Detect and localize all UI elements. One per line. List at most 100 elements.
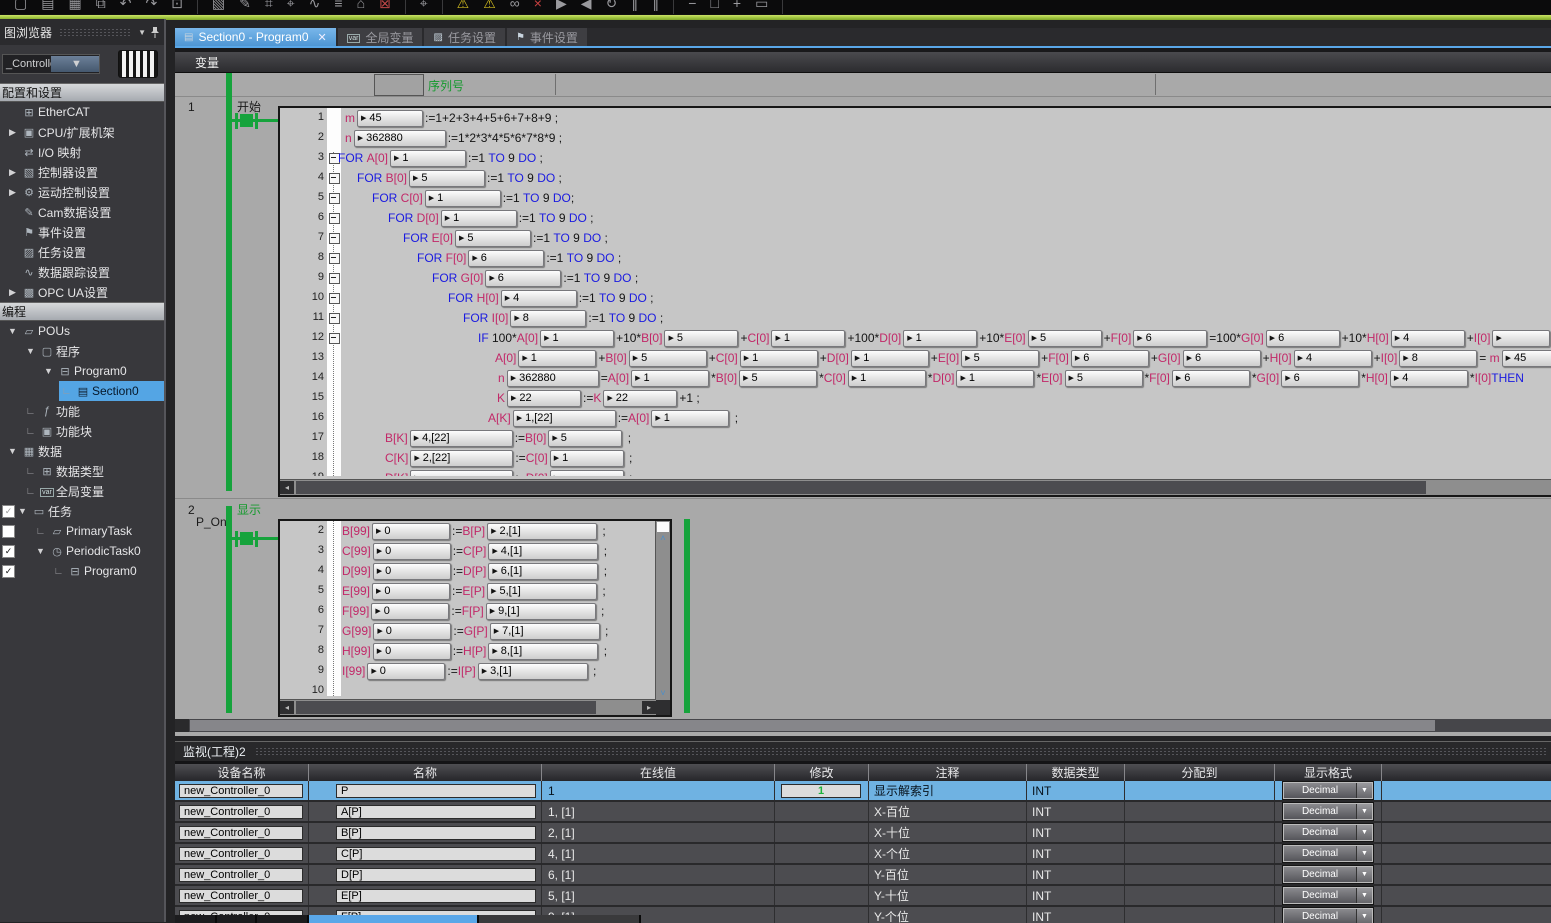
watch-column-header[interactable]: 在线值 (542, 764, 775, 781)
task-checkbox[interactable]: ✓ (2, 545, 15, 558)
value-box[interactable]: ▶0 (373, 563, 451, 580)
sidebar-item[interactable]: ∟⊞数据类型 (0, 461, 164, 481)
device-name-field[interactable]: new_Controller_0 (179, 784, 303, 798)
rebuild-warning-icon[interactable]: ⚠ (483, 0, 496, 13)
zoom-window-icon[interactable]: □ (710, 0, 718, 13)
tab-任务设置[interactable]: ▨任务设置 (424, 28, 504, 46)
value-box[interactable]: ▶5 (629, 350, 707, 367)
collapse-minus-icon[interactable] (329, 333, 340, 344)
value-box[interactable]: ▶362880 (507, 370, 599, 387)
value-box[interactable]: ▶4 (1390, 370, 1468, 387)
sidebar-item[interactable]: ∟▤Section0 (0, 381, 164, 401)
watch-row[interactable]: new_Controller_0C[P]4, [1]X-个位INTDecimal… (175, 844, 1551, 865)
value-box[interactable]: ▶6,[1] (488, 563, 598, 580)
expand-arrow-icon[interactable]: ▶ (5, 287, 20, 298)
undo-icon[interactable]: ↶ (120, 0, 132, 13)
task-checkbox[interactable] (2, 525, 15, 538)
new-project-icon[interactable]: ▢ (14, 0, 27, 13)
copy-icon[interactable]: ⧉ (96, 0, 106, 13)
rung-number[interactable]: 1 (188, 100, 195, 114)
format-dropdown[interactable]: Decimal▼ (1283, 824, 1373, 841)
sidebar-item[interactable]: ✓∟⊟Program0 (0, 561, 164, 581)
watch-column-header[interactable]: 显示格式 (1275, 764, 1382, 781)
sidebar-item[interactable]: ▨任务设置 (0, 242, 164, 262)
collapse-minus-icon[interactable] (329, 173, 340, 184)
value-box[interactable]: ▶6 (1281, 370, 1359, 387)
scrollbar-thumb[interactable] (296, 481, 1426, 494)
st-line[interactable]: 4FOR B[0]▶5:=1 TO 9 DO ; (280, 168, 1551, 188)
value-box[interactable]: ▶4 (1391, 330, 1465, 347)
collapse-arrow-icon[interactable]: ▼ (41, 366, 56, 376)
pin-icon[interactable] (150, 26, 160, 39)
open-project-icon[interactable]: ▤ (41, 0, 54, 13)
task-checkbox[interactable]: ✓ (2, 505, 15, 518)
inline-st-box-rung2[interactable]: 2B[99]▶0:=B[P]▶2,[1] ;3C[99]▶0:=C[P]▶4,[… (278, 519, 672, 717)
watch-column-header[interactable]: 分配到 (1125, 764, 1275, 781)
device-name-field[interactable]: new_Controller_0 (179, 805, 303, 819)
value-box[interactable]: ▶5,[1] (487, 583, 597, 600)
watch-column-header[interactable]: 设备名称 (175, 764, 309, 781)
value-box[interactable]: ▶22 (507, 390, 581, 407)
st-line[interactable]: 18C[K]▶2,[22]:=C[0]▶1 ; (280, 448, 1551, 468)
st-line[interactable]: 17B[K]▶4,[22]:=B[0]▶5 ; (280, 428, 1551, 448)
list-icon[interactable]: ≡ (334, 0, 342, 13)
value-box[interactable]: ▶1 (518, 350, 596, 367)
value-box[interactable]: ▶1 (740, 350, 818, 367)
value-box[interactable]: ▶0 (373, 623, 451, 640)
edit-icon[interactable]: ✎ (239, 0, 251, 13)
variable-name-field[interactable]: C[P] (336, 847, 536, 861)
scrollbar-thumb[interactable] (296, 701, 596, 714)
variable-bar[interactable]: 变量 (175, 52, 1551, 73)
value-box[interactable]: ▶1 (903, 330, 977, 347)
sidebar-item[interactable]: ▼▢程序 (0, 341, 164, 361)
sidebar-item[interactable]: ▼⊟Program0 (0, 361, 164, 381)
watch-column-header[interactable]: 数据类型 (1027, 764, 1125, 781)
programming-section-header[interactable]: 编程 (0, 302, 164, 321)
collapse-minus-icon[interactable] (329, 293, 340, 304)
value-box[interactable]: ▶6 (1183, 350, 1261, 367)
device-name-field[interactable]: new_Controller_0 (179, 847, 303, 861)
sidebar-item[interactable]: ▼▦数据 (0, 441, 164, 461)
value-box[interactable]: ▶ (410, 470, 513, 477)
config-section-header[interactable]: 配置和设置 (0, 83, 164, 102)
device-name-field[interactable]: new_Controller_0 (179, 889, 303, 903)
st-line[interactable]: 1m▶45:=1+2+3+4+5+6+7+8+9 ; (280, 108, 1551, 128)
editor-horizontal-scrollbar[interactable] (175, 719, 1551, 732)
value-box[interactable]: ▶5 (1065, 370, 1143, 387)
collapse-arrow-icon[interactable]: ▼ (5, 326, 20, 336)
inline-st-box-rung1[interactable]: 1m▶45:=1+2+3+4+5+6+7+8+9 ;2n▶362880:=1*2… (278, 106, 1551, 497)
st-line[interactable]: 19D[K]▶:=D[0]▶ ; (280, 468, 1551, 476)
chevron-down-icon[interactable]: ▼ (1356, 888, 1372, 903)
st-line[interactable]: 6FOR D[0]▶1:=1 TO 9 DO ; (280, 208, 1551, 228)
value-box[interactable]: ▶1,[22] (513, 410, 616, 427)
value-box[interactable]: ▶8 (510, 310, 586, 327)
st-line[interactable]: 10FOR H[0]▶4:=1 TO 9 DO ; (280, 288, 1551, 308)
st-line[interactable]: 6F[99]▶0:=F[P]▶9,[1] ; (280, 601, 656, 621)
serial-number-box[interactable] (374, 74, 424, 96)
collapse-minus-icon[interactable] (329, 213, 340, 224)
watch-row[interactable]: new_Controller_0A[P]1, [1]X-百位INTDecimal… (175, 802, 1551, 823)
refresh-icon[interactable]: ↻ (606, 0, 618, 13)
value-box[interactable]: ▶6 (1172, 370, 1250, 387)
scrollbar-thumb[interactable] (657, 522, 669, 532)
tab-全局变量[interactable]: var全局变量 (338, 28, 423, 46)
value-box[interactable]: ▶4,[22] (410, 430, 513, 447)
save-icon[interactable]: ▦ (68, 0, 81, 13)
value-box[interactable]: ▶1 (848, 370, 926, 387)
watch-column-header[interactable]: 注释 (869, 764, 1027, 781)
value-box[interactable]: ▶0 (372, 583, 450, 600)
wave-icon[interactable]: ∿ (309, 0, 321, 13)
controller-selector[interactable]: _Controller_0 ▼ (2, 54, 100, 74)
device-name-field[interactable]: new_Controller_0 (179, 868, 303, 882)
value-box[interactable]: ▶1 (550, 450, 624, 467)
st-line[interactable]: 12IF 100*A[0]▶1+10*B[0]▶5+C[0]▶1+100*D[0… (280, 328, 1551, 348)
st-line[interactable]: 7G[99]▶0:=G[P]▶7,[1] ; (280, 621, 656, 641)
value-box[interactable]: ▶0 (372, 523, 450, 540)
st-line[interactable]: 13A[0]▶1+B[0]▶5+C[0]▶1+D[0]▶1+E[0]▶5+F[0… (280, 348, 1551, 368)
collapse-minus-icon[interactable] (329, 253, 340, 264)
value-box[interactable]: ▶45 (357, 110, 423, 127)
value-box[interactable]: ▶1 (540, 330, 614, 347)
value-box[interactable]: ▶1 (441, 210, 517, 227)
watch-row[interactable]: new_Controller_0D[P]6, [1]Y-百位INTDecimal… (175, 865, 1551, 886)
value-box[interactable]: ▶9,[1] (486, 603, 596, 620)
